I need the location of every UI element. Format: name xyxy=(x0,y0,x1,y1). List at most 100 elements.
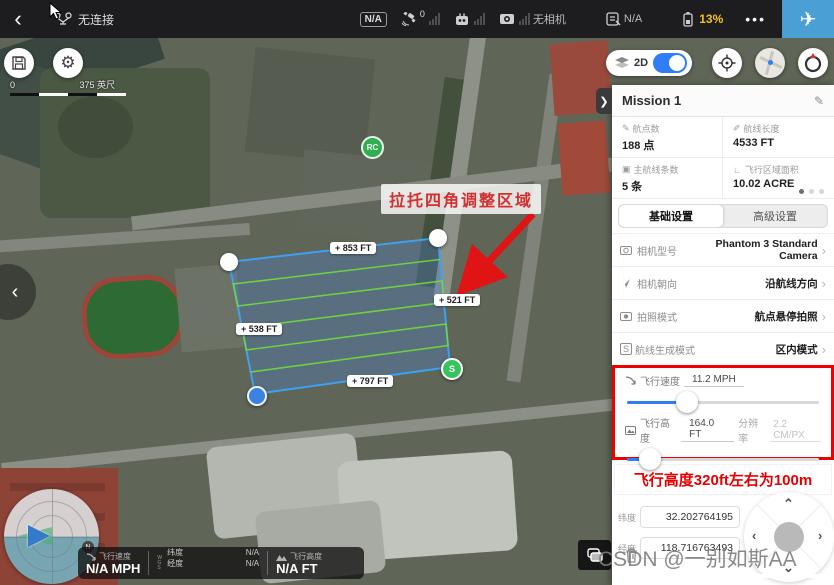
takeoff-button[interactable]: ✈ xyxy=(782,0,834,38)
2d-toggle-switch[interactable] xyxy=(653,53,687,73)
map-settings-button[interactable]: ⚙ xyxy=(53,48,83,78)
altitude-icon xyxy=(625,426,636,435)
satellite-icon xyxy=(401,12,417,26)
speed-value[interactable]: 11.2 MPH xyxy=(684,374,744,387)
dpad-center-knob[interactable] xyxy=(774,522,804,552)
save-icon xyxy=(11,55,27,71)
telemetry-lat-value: N/A xyxy=(246,547,259,558)
rc-location-marker: RC xyxy=(361,136,384,159)
top-status-bar: ‹ 无连接 N/A 0 xyxy=(0,0,834,38)
altitude-value[interactable]: 164.0 FT xyxy=(681,418,734,442)
stat-label: 飞行区域面积 xyxy=(745,163,799,176)
start-label: S xyxy=(449,364,455,374)
flight-area-polygon[interactable] xyxy=(229,238,450,394)
rc-signal-bars-icon xyxy=(474,13,485,25)
locate-button[interactable] xyxy=(712,48,742,78)
connection-status-label: 无连接 xyxy=(78,11,114,28)
altitude-slider-row: 飞行高度 164.0 FT 分辨率 2.2 CM/PX xyxy=(615,410,831,461)
scale-bar xyxy=(10,93,126,96)
row-camera-heading[interactable]: 相机朝向 沿航线方向 › xyxy=(612,266,834,299)
satellite-status: 0 xyxy=(401,12,440,26)
back-button[interactable]: ‹ xyxy=(0,6,36,32)
drag-corners-tip: 拉托四角调整区域 xyxy=(381,184,541,214)
row-photo-mode[interactable]: 拍照模式 航点悬停拍照 › xyxy=(612,299,834,332)
longitude-input[interactable]: 118.716763493 xyxy=(640,537,740,559)
panel-collapse-button[interactable]: ❯ xyxy=(596,88,612,114)
scale-distance-label: 375 英尺 xyxy=(80,80,116,90)
minimap-position-dot xyxy=(768,60,773,65)
area-corner-handle[interactable] xyxy=(220,253,238,271)
altitude-slider-track[interactable] xyxy=(627,458,819,461)
rc-label: RC xyxy=(367,143,379,152)
stat-main-lines: ▣ 主航线条数 5 条 xyxy=(612,158,723,199)
telemetry-lat-label: 纬度 xyxy=(167,547,183,558)
camera-status-label: 无相机 xyxy=(533,11,566,27)
stats-page-dots[interactable] xyxy=(799,189,824,194)
row-label: 相机型号 xyxy=(637,243,677,258)
layers-icon xyxy=(615,57,629,69)
telemetry-speed-value: N/A MPH xyxy=(86,562,140,575)
battery-status[interactable]: 13% xyxy=(682,11,723,27)
heading-icon xyxy=(620,278,634,289)
telemetry-coords: WGS 纬度 N/A 经度 N/A xyxy=(149,547,267,579)
map-terrain-patch xyxy=(506,74,563,383)
row-camera-model[interactable]: 相机型号 Phantom 3 Standard Camera › xyxy=(612,233,834,266)
compass-button[interactable] xyxy=(798,48,828,78)
tab-advanced-settings[interactable]: 高级设置 xyxy=(723,205,827,227)
edit-mission-button[interactable]: ✎ xyxy=(814,94,824,108)
row-value: 航点悬停拍照 xyxy=(677,309,818,324)
camera-signal-bars-icon xyxy=(519,13,530,25)
map-type-button[interactable] xyxy=(578,540,611,570)
row-label: 相机朝向 xyxy=(637,276,677,291)
nudge-dpad[interactable]: ⌃ ‹ › ⌄ xyxy=(744,492,834,582)
tab-basic-settings[interactable]: 基础设置 xyxy=(619,205,723,227)
waypoint-icon: ✎ xyxy=(622,123,630,134)
area-corner-handle-selected[interactable] xyxy=(247,386,267,406)
checklist-status[interactable]: N/A xyxy=(606,12,642,26)
area-corner-handle[interactable] xyxy=(429,229,447,247)
rc-signal-status xyxy=(454,13,485,26)
camera-icon xyxy=(499,13,515,25)
speed-icon xyxy=(625,376,636,385)
home-indicator[interactable] xyxy=(700,574,828,578)
save-mission-button[interactable] xyxy=(4,48,34,78)
dpad-left-button[interactable]: ‹ xyxy=(752,528,756,543)
dpad-up-button[interactable]: ⌃ xyxy=(783,496,794,512)
route-start-handle[interactable]: S xyxy=(441,358,463,380)
delete-mission-button[interactable] xyxy=(624,547,639,564)
telemetry-lng-label: 经度 xyxy=(167,558,183,569)
row-value: 沿航线方向 xyxy=(677,276,818,291)
checklist-value: N/A xyxy=(624,13,642,25)
gear-icon: ⚙ xyxy=(60,53,75,73)
map-terrain-patch xyxy=(174,263,243,352)
wgs-label: WGS xyxy=(157,547,162,579)
battery-percent: 13% xyxy=(699,12,723,26)
mission-stats: ✎ 航点数 188 点 ✐ 航线长度 4533 FT ▣ 主航线条数 5 条 ∟… xyxy=(612,117,834,199)
more-menu-button[interactable]: ••• xyxy=(745,11,766,27)
map-layers-icon xyxy=(586,547,604,563)
chevron-right-icon: › xyxy=(822,276,826,291)
latitude-input[interactable]: 32.202764195 xyxy=(640,506,740,528)
telemetry-altitude: 飞行高度 N/A FT xyxy=(268,547,330,579)
row-label: 航线生成模式 xyxy=(635,342,695,357)
minimap-button[interactable] xyxy=(755,48,785,78)
altitude-label: 飞行高度 xyxy=(640,415,677,445)
altitude-slider-thumb[interactable] xyxy=(639,448,661,470)
gps-mode-badge: N/A xyxy=(360,12,387,27)
battery-icon xyxy=(682,11,696,27)
settings-tabs: 基础设置 高级设置 xyxy=(618,204,828,228)
row-value: 区内模式 xyxy=(695,342,818,357)
left-panel-collapse-button[interactable]: ‹ xyxy=(0,264,36,320)
crosshair-icon xyxy=(718,54,736,72)
map-2d-toggle[interactable]: 2D xyxy=(606,50,692,76)
altitude-icon xyxy=(276,553,287,561)
speed-slider-thumb[interactable] xyxy=(676,391,698,413)
dpad-right-button[interactable]: › xyxy=(818,528,822,543)
aircraft-connection-status: 无连接 xyxy=(54,11,114,28)
row-route-mode[interactable]: S 航线生成模式 区内模式 › xyxy=(612,332,834,365)
camera-icon xyxy=(620,246,634,255)
plane-icon: ✈ xyxy=(800,7,817,32)
speed-slider-track[interactable] xyxy=(627,401,819,404)
scale-zero: 0 xyxy=(10,80,15,90)
2d-label: 2D xyxy=(634,57,648,69)
